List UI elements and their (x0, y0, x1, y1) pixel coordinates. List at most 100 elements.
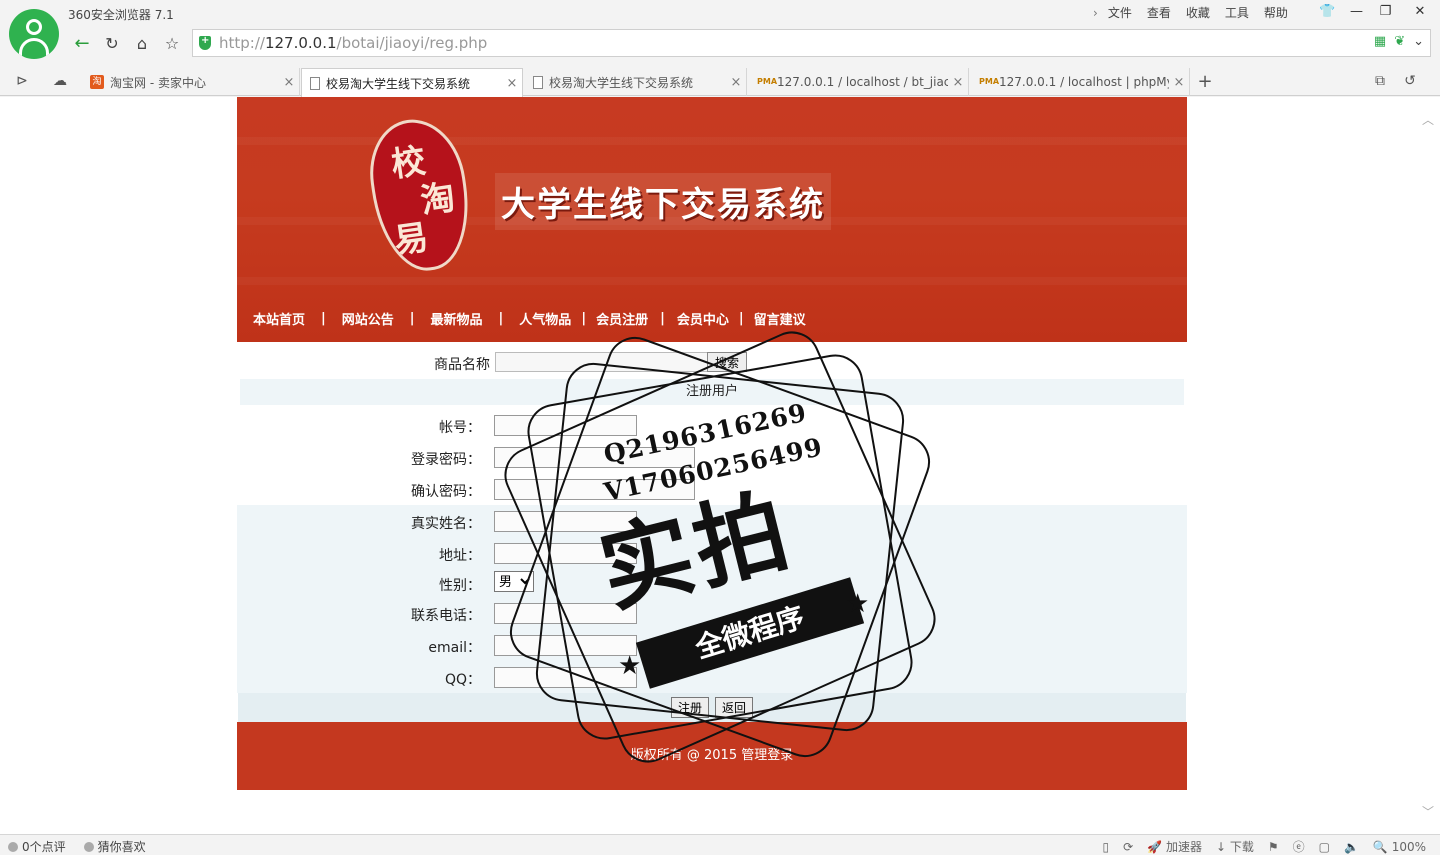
nav-separator: | (581, 311, 587, 326)
tab-taobao[interactable]: 淘 淘宝网 - 卖家中心 × (82, 68, 300, 96)
qr-code-icon[interactable]: ▦ (1374, 34, 1386, 49)
window-controls: 👕 — ❐ ✕ (1313, 0, 1440, 22)
recommend-status[interactable]: 猜你喜欢 (84, 838, 146, 855)
tab-label: 校易淘大学生线下交易系统 (326, 76, 471, 91)
tab-close-icon[interactable]: × (726, 75, 746, 90)
status-left: 0个点评 猜你喜欢 (8, 838, 146, 855)
password-input[interactable] (494, 447, 695, 468)
logo-char: 易 (391, 217, 431, 262)
menu-favorites[interactable]: 收藏 (1186, 4, 1210, 21)
maximize-button[interactable]: ❐ (1371, 0, 1400, 22)
cloud-icon[interactable]: ☁ (50, 71, 70, 91)
back-button-form[interactable]: 返回 (715, 697, 754, 718)
phone-input[interactable] (494, 603, 637, 624)
tab-phpmyadmin-2[interactable]: PMA 127.0.0.1 / localhost | phpMy × (971, 68, 1190, 96)
password-label: 登录密码： (411, 452, 481, 468)
address-input[interactable] (494, 543, 637, 564)
nav-register[interactable]: 会员注册 (596, 309, 648, 328)
home-button[interactable]: ⌂ (127, 29, 157, 57)
accelerator-button[interactable]: 🚀 加速器 (1147, 838, 1202, 855)
nav-member-center[interactable]: 会员中心 (677, 309, 729, 328)
chevron-right-icon[interactable]: › (1093, 6, 1098, 20)
form-row-password: 登录密码： (237, 441, 1187, 473)
email-label: email： (428, 640, 481, 656)
dropdown-chevron-icon[interactable]: ⌄ (1413, 34, 1424, 49)
email-input[interactable] (494, 635, 637, 656)
scroll-up-icon[interactable]: ︿ (1422, 111, 1434, 128)
realname-input[interactable] (494, 511, 637, 532)
nav-separator: | (498, 311, 504, 326)
download-label: 下载 (1229, 840, 1254, 854)
accelerator-label: 加速器 (1165, 840, 1202, 854)
form-row-qq: QQ： (237, 661, 1187, 693)
pma-icon: PMA (979, 77, 1000, 86)
nav-latest-items[interactable]: 最新物品 (431, 309, 483, 328)
form-row-address: 地址： (237, 537, 1187, 567)
site-banner: 校 淘 易 大学生线下交易系统 本站首页 | 网站公告 | 最新物品 | 人气物… (237, 97, 1187, 342)
download-button[interactable]: ↓ 下载 (1216, 838, 1254, 855)
scroll-down-icon[interactable]: ﹀ (1422, 803, 1434, 820)
register-button[interactable]: 注册 (671, 697, 710, 718)
minimize-button[interactable]: — (1342, 0, 1371, 22)
tab-close-icon[interactable]: × (1169, 75, 1189, 90)
window-icon[interactable]: ▢ (1319, 840, 1330, 854)
ie-icon[interactable]: ⓔ (1293, 838, 1305, 855)
tab-close-icon[interactable]: × (502, 76, 522, 91)
tab-close-icon[interactable]: × (279, 75, 299, 90)
site-title: 大学生线下交易系统 (495, 173, 831, 230)
gender-label: 性别： (439, 578, 481, 594)
account-input[interactable] (494, 415, 637, 436)
address-bar[interactable]: http://127.0.0.1/botai/jiaoyi/reg.php ▦ … (192, 29, 1431, 57)
search-input[interactable] (495, 352, 735, 372)
status-right: ▯ ⟳ 🚀 加速器 ↓ 下载 ⚑ ⓔ ▢ 🔈 🔍 100% (1103, 838, 1427, 855)
qq-input[interactable] (494, 667, 637, 688)
browser-titlebar: 360安全浏览器 7.1 › 文件 查看 收藏 工具 帮助 👕 — ❐ ✕ ← … (0, 0, 1440, 62)
tab-phpmyadmin-1[interactable]: PMA 127.0.0.1 / localhost / bt_jiac × (749, 68, 969, 96)
nav-home[interactable]: 本站首页 (253, 309, 305, 328)
tab-list-icon[interactable]: ⧉ (1370, 71, 1390, 91)
page-viewport: ︿ ﹀ 校 淘 易 大学生线下交易系统 本站首页 | 网站公告 | 最新物品 |… (0, 97, 1440, 834)
zoom-control[interactable]: 🔍 100% (1373, 840, 1426, 854)
form-row-realname: 真实姓名： (237, 505, 1187, 537)
skin-icon[interactable]: 👕 (1313, 0, 1342, 22)
form-buttons: 注册 返回 (238, 693, 1186, 722)
sidebar-toggle-icon[interactable]: ⊳ (12, 71, 32, 91)
site-footer: 版权所有 @ 2015 管理登录 (237, 722, 1187, 790)
nav-separator: | (738, 311, 744, 326)
confirm-password-input[interactable] (494, 479, 695, 500)
status-bar: 0个点评 猜你喜欢 ▯ ⟳ 🚀 加速器 ↓ 下载 ⚑ ⓔ ▢ 🔈 🔍 100% (0, 834, 1440, 855)
gender-select[interactable]: 男 (494, 571, 534, 592)
new-tab-icon[interactable]: + (1195, 71, 1215, 92)
reload-button[interactable]: ↻ (97, 29, 127, 57)
comments-status[interactable]: 0个点评 (8, 838, 66, 855)
nav-feedback[interactable]: 留言建议 (754, 309, 806, 328)
address-bar-tools: ▦ ❦ ⌄ (1374, 34, 1424, 49)
refresh-status-icon[interactable]: ⟳ (1123, 840, 1133, 854)
leaf-icon[interactable]: ❦ (1394, 34, 1405, 49)
sound-icon[interactable]: 🔈 (1344, 840, 1359, 854)
undo-close-icon[interactable]: ↺ (1400, 71, 1420, 91)
tab-close-icon[interactable]: × (948, 75, 968, 90)
tab-label: 淘宝网 - 卖家中心 (110, 75, 206, 90)
mobile-icon[interactable]: ▯ (1103, 840, 1110, 854)
favorite-star-icon[interactable]: ☆ (157, 29, 187, 57)
app-title: 360安全浏览器 7.1 (68, 8, 174, 22)
menu-help[interactable]: 帮助 (1264, 4, 1288, 21)
back-button[interactable]: ← (67, 29, 97, 57)
tab-system[interactable]: 校易淘大学生线下交易系统 × (525, 68, 747, 96)
address-label: 地址： (439, 548, 481, 564)
form-row-phone: 联系电话： (237, 597, 1187, 629)
user-avatar-icon[interactable] (9, 9, 59, 59)
account-label: 帐号： (439, 420, 481, 436)
search-button[interactable]: 搜索 (707, 352, 747, 372)
menu-view[interactable]: 查看 (1147, 4, 1171, 21)
nav-announcements[interactable]: 网站公告 (342, 309, 394, 328)
tab-reg-page[interactable]: 校易淘大学生线下交易系统 × (301, 68, 523, 97)
close-button[interactable]: ✕ (1400, 0, 1440, 22)
url-text[interactable]: http://127.0.0.1/botai/jiaoyi/reg.php (219, 34, 487, 52)
flag-icon[interactable]: ⚑ (1268, 840, 1279, 854)
menu-file[interactable]: 文件 (1108, 4, 1132, 21)
menu-tools[interactable]: 工具 (1225, 4, 1249, 21)
pma-icon: PMA (757, 77, 778, 86)
nav-popular-items[interactable]: 人气物品 (519, 309, 571, 328)
